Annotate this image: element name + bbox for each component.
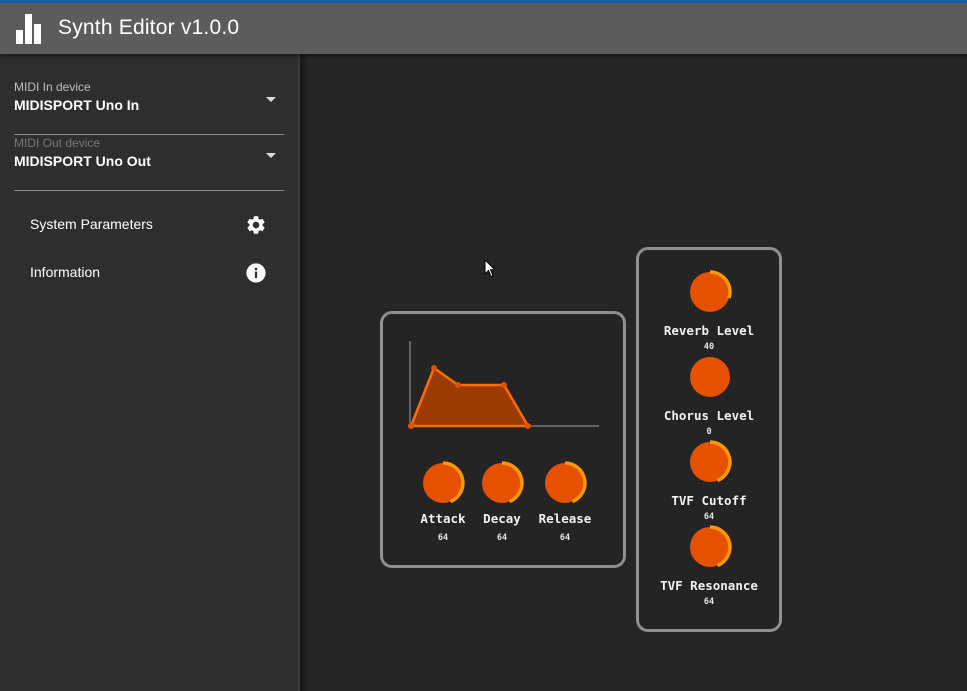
- envelope-point-attack: [431, 365, 437, 371]
- tvf-cutoff-value: 64: [703, 512, 715, 522]
- attack-knob[interactable]: [421, 461, 465, 505]
- reverb-level-knob[interactable]: [688, 270, 732, 314]
- decay-knob[interactable]: [480, 461, 524, 505]
- sidebar-item-information[interactable]: Information: [0, 251, 298, 295]
- info-icon[interactable]: [245, 262, 267, 284]
- envelope-panel: Attack 64 Decay 64 Release 64: [380, 311, 626, 568]
- sidebar-item-system-parameters[interactable]: System Parameters: [0, 203, 298, 247]
- release-value: 64: [559, 533, 571, 543]
- envelope-point-decay: [455, 382, 461, 388]
- tvf-resonance-knob[interactable]: [688, 525, 732, 569]
- sidebar-item-label: System Parameters: [30, 216, 153, 232]
- app-bar: Synth Editor v1.0.0: [0, 3, 967, 54]
- mouse-pointer-icon: [484, 259, 496, 278]
- midi-out-select[interactable]: MIDI Out device MIDISPORT Uno Out: [14, 134, 284, 191]
- sidebar: MIDI In device MIDISPORT Uno In MIDI Out…: [0, 54, 308, 691]
- envelope-point-release: [525, 423, 531, 429]
- chevron-down-icon[interactable]: [266, 97, 276, 102]
- app-title: Synth Editor v1.0.0: [58, 16, 240, 39]
- envelope-point-start: [408, 423, 414, 429]
- midi-out-value: MIDISPORT Uno Out: [14, 153, 151, 169]
- tvf-resonance-label: TVF Resonance: [660, 578, 758, 593]
- sidebar-item-label: Information: [30, 264, 101, 280]
- chorus-level-value: 0: [706, 427, 712, 437]
- bar-chart-icon: [16, 14, 48, 44]
- effects-panel: Reverb Level 40 Chorus Level 0 TVF Cutof…: [636, 247, 782, 632]
- envelope-point-sustain: [501, 382, 507, 388]
- release-knob[interactable]: [543, 461, 587, 505]
- tvf-resonance-value: 64: [703, 597, 715, 607]
- chorus-level-label: Chorus Level: [663, 408, 755, 423]
- main-canvas: Attack 64 Decay 64 Release 64 Reverb Lev…: [300, 54, 967, 691]
- tvf-cutoff-knob[interactable]: [688, 440, 732, 484]
- midi-in-select[interactable]: MIDI In device MIDISPORT Uno In: [14, 78, 284, 135]
- midi-out-label: MIDI Out device: [14, 136, 101, 150]
- envelope-graph[interactable]: [383, 314, 623, 454]
- midi-in-label: MIDI In device: [14, 80, 91, 94]
- release-label: Release: [538, 511, 592, 526]
- reverb-level-value: 40: [703, 342, 715, 352]
- gear-icon[interactable]: [245, 214, 267, 236]
- midi-in-value: MIDISPORT Uno In: [14, 97, 140, 113]
- chevron-down-icon[interactable]: [266, 153, 276, 158]
- reverb-level-label: Reverb Level: [663, 323, 755, 338]
- tvf-cutoff-label: TVF Cutoff: [671, 493, 747, 508]
- chorus-level-knob[interactable]: [688, 355, 732, 399]
